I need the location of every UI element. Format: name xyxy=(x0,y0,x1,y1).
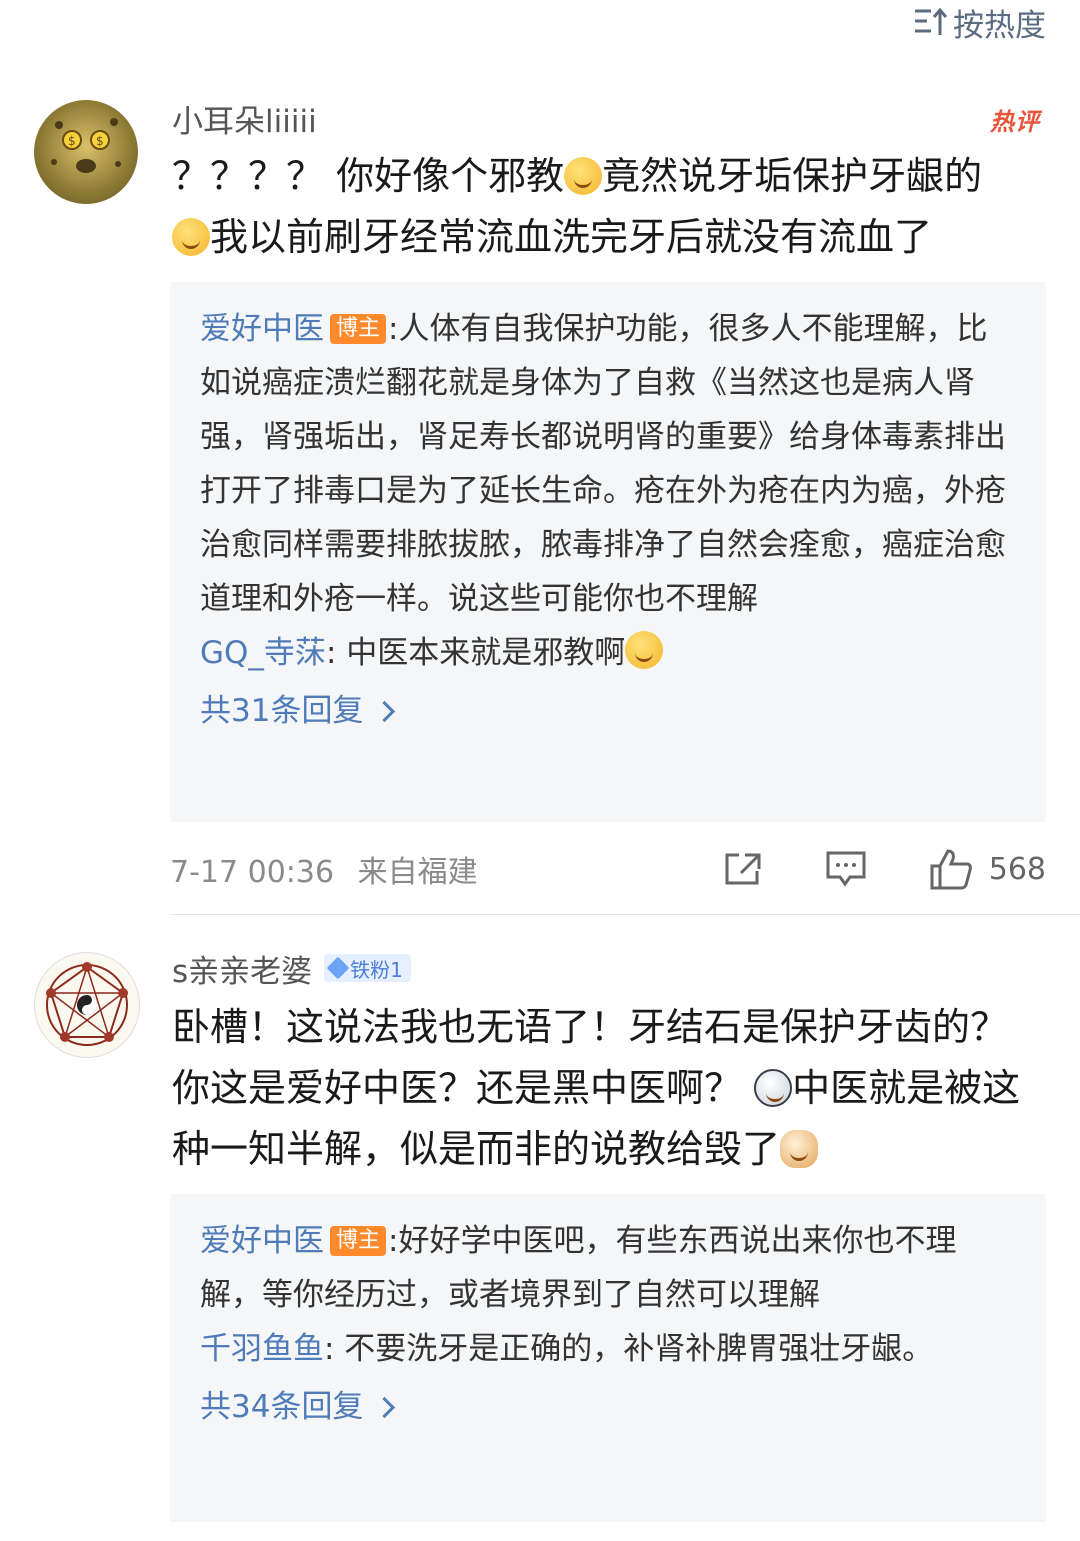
panda-emoji-icon xyxy=(754,1069,793,1107)
cat-emoji-icon xyxy=(780,1130,819,1168)
thumbs-up-icon xyxy=(930,849,972,890)
chevron-right-icon xyxy=(374,1396,396,1418)
comment-text: ？？？？ 你好像个邪教 竟然说牙垢保护牙龈的 我以前刷牙经常流血洗完牙后就没有流血… xyxy=(172,154,983,259)
sort-by-hotness-button[interactable]: 按热度 xyxy=(913,0,1046,44)
reply-box[interactable]: 爱好中医 博主:好好学中医吧，有些东西说出来你也不理解，等你经历过，或者境界到了自… xyxy=(170,1194,1046,1522)
more-replies-link[interactable]: 共34条回复 xyxy=(200,1380,1016,1434)
comment-text: 卧槽！这说法我也无语了！牙结石是保护牙齿的？你这是爱好中医？还是黑中医啊？ 中医… xyxy=(172,1005,1021,1171)
like-button[interactable]: 568 xyxy=(929,848,1046,890)
like-count: 568 xyxy=(988,851,1046,887)
blogger-badge: 博主 xyxy=(330,314,387,344)
fan-level-badge: 铁粉1 xyxy=(324,954,411,982)
reply-text: :人体有自我保护功能，很多人不能理解，比如说癌症溃烂翻花就是身体为了自救《当然这… xyxy=(200,311,1006,617)
laugh-cry-emoji-icon xyxy=(625,631,664,669)
svg-text:$: $ xyxy=(96,134,104,148)
sort-icon xyxy=(915,7,947,35)
comment-divider xyxy=(170,914,1080,915)
chevron-right-icon xyxy=(374,700,396,722)
comment-date: 7-17 00:36 xyxy=(170,855,335,890)
reply-item: 爱好中医 博主:人体有自我保护功能，很多人不能理解，比如说癌症溃烂翻花就是身体为了… xyxy=(200,302,1016,626)
more-replies-link[interactable]: 共31条回复 xyxy=(200,684,1016,738)
reply-button[interactable] xyxy=(825,850,867,888)
confused-emoji-icon xyxy=(172,218,210,256)
share-icon xyxy=(725,853,761,885)
hot-comment-badge: 热评 xyxy=(990,108,1040,136)
reply-box[interactable]: 爱好中医 博主:人体有自我保护功能，很多人不能理解，比如说癌症溃烂翻花就是身体为了… xyxy=(170,282,1046,822)
reply-item: 爱好中医 博主:好好学中医吧，有些东西说出来你也不理解，等你经历过，或者境界到了自… xyxy=(200,1214,1016,1322)
reply-author[interactable]: 千羽鱼鱼 xyxy=(200,1331,324,1367)
confused-emoji-icon xyxy=(564,157,603,195)
comment-icon xyxy=(826,851,866,887)
avatar[interactable]: $ $ xyxy=(34,100,138,204)
comment-footer: 7-17 00:36 来自福建 568 xyxy=(170,844,1046,894)
reply-author[interactable]: 爱好中医 xyxy=(200,1223,324,1259)
svg-text:$: $ xyxy=(68,134,76,148)
reply-author[interactable]: 爱好中医 xyxy=(200,311,324,347)
comment-meta: 7-17 00:36 来自福建 xyxy=(170,847,661,891)
avatar[interactable] xyxy=(34,952,140,1058)
reply-item: 千羽鱼鱼: 不要洗牙是正确的，补肾补脾胃强壮牙龈。 xyxy=(200,1322,1016,1376)
reply-author[interactable]: GQ_寺莯 xyxy=(200,635,326,671)
leopard-avatar-image: $ $ xyxy=(51,118,121,173)
reply-item: GQ_寺莯: 中医本来就是邪教啊 xyxy=(200,626,1016,680)
username[interactable]: s亲亲老婆 铁粉1 xyxy=(172,946,411,990)
blogger-badge: 博主 xyxy=(330,1226,387,1256)
reply-text: : 不要洗牙是正确的，补肾补脾胃强壮牙龈。 xyxy=(324,1331,934,1367)
diamond-icon xyxy=(326,956,350,980)
comment-location: 来自福建 xyxy=(357,855,478,890)
five-elements-avatar-image xyxy=(46,962,128,1046)
share-button[interactable] xyxy=(723,851,763,887)
reply-text: : 中医本来就是邪教啊 xyxy=(325,635,626,671)
sort-label: 按热度 xyxy=(953,7,1046,44)
username[interactable]: 小耳朵liiiii xyxy=(172,96,317,140)
